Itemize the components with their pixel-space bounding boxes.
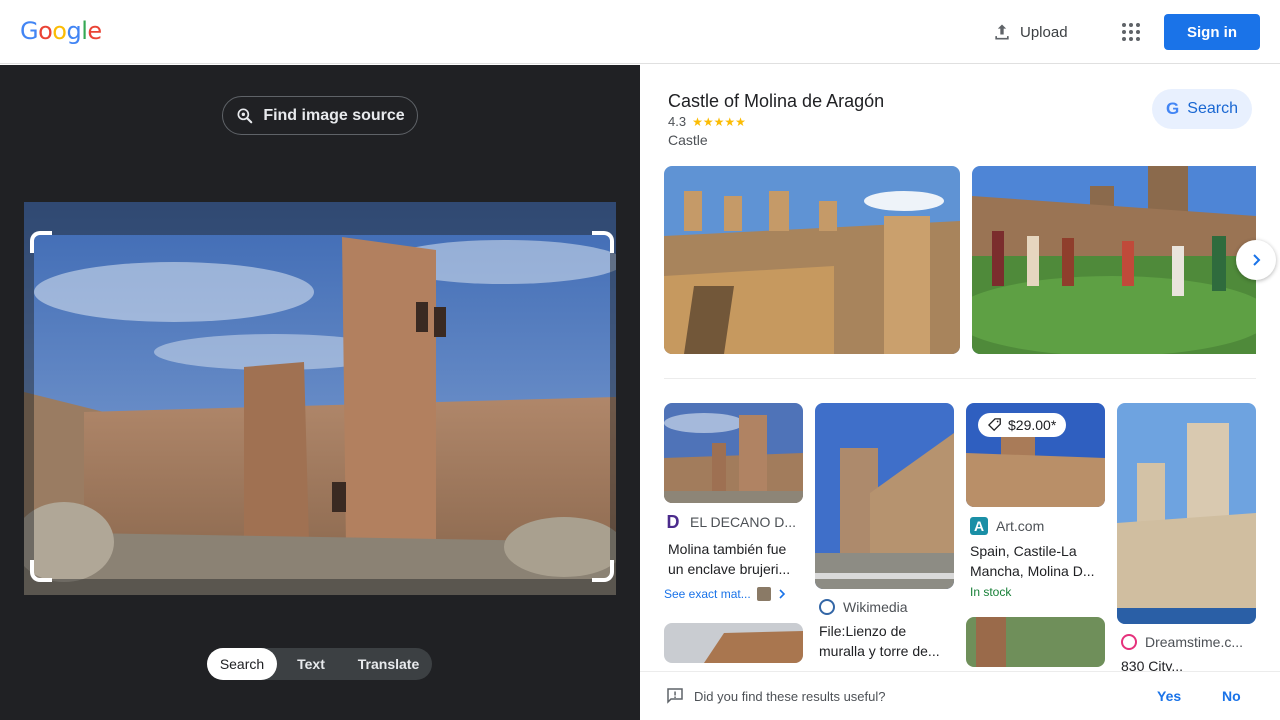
price-tag-icon [988, 418, 1001, 432]
entity-search-button[interactable]: G Search [1152, 89, 1252, 129]
result-thumbnail[interactable] [815, 403, 954, 589]
price-badge: $29.00* [978, 413, 1067, 437]
result-thumbnail[interactable] [664, 403, 803, 503]
result-title[interactable]: Molina también fue un enclave brujeri... [664, 539, 803, 579]
castle-image [664, 166, 960, 354]
upload-button[interactable]: Upload [992, 20, 1068, 44]
decano-logo-icon: D [666, 513, 680, 531]
art-com-logo-icon: A [970, 517, 988, 535]
entity-title[interactable]: Castle of Molina de Aragón [668, 91, 884, 112]
find-image-source-label: Find image source [263, 106, 405, 124]
wikimedia-logo-icon [819, 599, 835, 615]
result-source-name: Wikimedia [843, 599, 908, 615]
castle-image [972, 166, 1256, 354]
result-thumbnail[interactable] [664, 623, 803, 663]
castle-image [966, 617, 1105, 667]
result-card[interactable]: D EL DECANO D... Molina también fue un e… [664, 403, 803, 663]
sign-in-button[interactable]: Sign in [1164, 14, 1260, 50]
result-source-name: Art.com [996, 518, 1045, 534]
entity-rating: 4.3 ★★★★★ [668, 114, 746, 129]
entity-image-1[interactable] [664, 166, 960, 354]
upload-label: Upload [1020, 23, 1068, 41]
feedback-yes-button[interactable]: Yes [1157, 688, 1181, 704]
tab-search[interactable]: Search [207, 648, 277, 680]
tab-translate[interactable]: Translate [345, 648, 432, 680]
result-source: A Art.com [966, 517, 1105, 535]
next-images-button[interactable] [1236, 240, 1276, 280]
castle-image [664, 403, 803, 503]
result-title[interactable]: Spain, Castile-La Mancha, Molina D... [966, 541, 1105, 581]
rating-value: 4.3 [668, 114, 687, 129]
logo-letter: G [20, 17, 39, 45]
see-exact-matches-label: See exact mat... [664, 587, 751, 601]
chevron-right-icon [1253, 254, 1261, 266]
chevron-right-icon [779, 589, 785, 599]
price-value: $29.00* [1008, 417, 1057, 433]
result-title[interactable]: File:Lienzo de muralla y torre de... [815, 621, 954, 661]
feedback-icon [667, 688, 683, 704]
result-source: Wikimedia [815, 599, 954, 615]
dreamstime-logo-icon [1121, 634, 1137, 650]
result-source: Dreamstime.c... [1117, 634, 1256, 650]
crop-handle-top-right[interactable] [592, 231, 614, 253]
feedback-question: Did you find these results useful? [694, 689, 886, 704]
entity-image-2[interactable] [972, 166, 1256, 354]
see-exact-matches-link[interactable]: See exact mat... [664, 587, 803, 601]
result-source: D EL DECANO D... [664, 513, 803, 531]
logo-letter: o [52, 17, 67, 45]
lens-image-pane: Find image source Search Text Translate [0, 65, 640, 720]
feedback-no-button[interactable]: No [1222, 688, 1241, 704]
find-image-source-button[interactable]: Find image source [222, 96, 418, 135]
castle-image [664, 623, 803, 663]
top-bar: Google Upload Sign in [0, 0, 1280, 64]
result-thumbnail[interactable] [1117, 403, 1256, 624]
logo-letter: e [87, 17, 102, 45]
results-pane: Castle of Molina de Aragón 4.3 ★★★★★ Cas… [640, 65, 1280, 720]
feedback-bar: Did you find these results useful? Yes N… [640, 671, 1280, 720]
logo-letter: o [38, 17, 53, 45]
castle-image [1117, 403, 1256, 624]
result-source-name: EL DECANO D... [690, 514, 797, 530]
castle-photo [24, 202, 616, 595]
google-g-icon: G [1166, 99, 1180, 118]
entity-type: Castle [668, 132, 708, 148]
upload-icon [995, 24, 1009, 40]
logo-letter: g [66, 17, 82, 45]
result-thumbnail[interactable]: $29.00* [966, 403, 1105, 507]
result-card[interactable]: Dreamstime.c... 830 City... [1117, 403, 1256, 676]
result-source-name: Dreamstime.c... [1145, 634, 1244, 650]
lens-search-icon [237, 108, 253, 123]
castle-image [815, 403, 954, 589]
lens-mode-switcher: Search Text Translate [207, 648, 432, 680]
apps-grid-icon[interactable] [1120, 20, 1144, 44]
entity-search-label: Search [1187, 100, 1238, 117]
crop-handle-top-left[interactable] [30, 231, 52, 253]
crop-handle-bottom-left[interactable] [30, 560, 52, 582]
google-logo[interactable]: Google [20, 17, 102, 45]
crop-handle-bottom-right[interactable] [592, 560, 614, 582]
uploaded-image[interactable] [24, 202, 616, 595]
stock-status: In stock [970, 585, 1012, 599]
result-card[interactable]: Wikimedia File:Lienzo de muralla y torre… [815, 403, 954, 661]
tab-text[interactable]: Text [277, 648, 345, 680]
divider [664, 378, 1256, 379]
result-thumbnail[interactable] [966, 617, 1105, 667]
exact-match-thumb-icon [756, 587, 771, 601]
star-rating-icon: ★★★★★ [692, 114, 746, 129]
result-card[interactable]: $29.00* A Art.com Spain, Castile-La Manc… [966, 403, 1105, 667]
